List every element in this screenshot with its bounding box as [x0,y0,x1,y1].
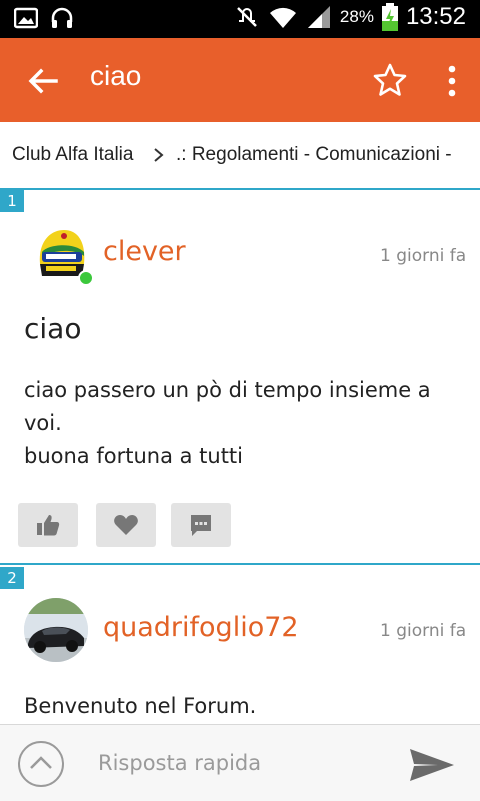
star-icon[interactable] [372,62,408,98]
chevron-right-icon [154,148,164,162]
battery-percent: 28% [339,7,374,26]
post-number: 2 [0,567,24,589]
breadcrumb-item-forum[interactable]: Club Alfa Italia [12,144,133,166]
car-avatar-image [24,598,88,662]
headphones-icon [51,7,73,28]
post-divider [0,563,480,565]
topic-title: ciao [90,60,142,91]
quick-reply-input[interactable]: Risposta rapida [98,751,261,775]
heart-icon [114,515,138,535]
post-body: ciao passero un pò di tempo insieme a vo… [24,374,454,473]
post-body-line: ciao passero un pò di tempo insieme a vo… [24,378,431,435]
signal-icon [307,6,330,28]
breadcrumb-item-section[interactable]: .: Regolamenti - Comunicazioni - [176,144,452,166]
post-body-line: buona fortuna a tutti [24,444,244,468]
overflow-menu-icon[interactable] [442,64,462,98]
like-button[interactable] [18,503,78,547]
back-arrow-icon[interactable] [26,64,60,98]
post-time: 1 giorni fa [380,246,467,266]
breadcrumb: Club Alfa Italia .: Regolamenti - Comuni… [0,122,480,188]
reply-quote-button[interactable] [171,503,231,547]
post-author[interactable]: quadrifoglio72 [103,612,299,643]
avatar[interactable] [24,598,88,662]
app-bar: ciao [0,38,480,122]
expand-reply-button[interactable] [18,741,64,787]
wifi-icon [269,7,296,28]
favorite-button[interactable] [96,503,156,547]
mute-icon [237,7,257,27]
post-author[interactable]: clever [103,236,186,267]
post-divider [0,188,480,190]
quick-reply-bar: Risposta rapida [0,724,480,801]
battery-charging-icon [381,3,398,31]
send-icon[interactable] [408,745,456,785]
post-body: Benvenuto nel Forum. [24,694,257,718]
post-number: 1 [0,190,24,212]
thumbs-up-icon [37,515,60,536]
comment-icon [191,515,211,536]
post-title: ciao [24,312,82,345]
avatar[interactable] [34,222,94,286]
online-status-dot [78,270,94,286]
gallery-icon [14,7,38,29]
clock: 13:52 [405,3,466,30]
chevron-up-icon [30,756,52,769]
status-bar: 28% 13:52 [0,0,480,38]
post-time: 1 giorni fa [380,621,467,641]
